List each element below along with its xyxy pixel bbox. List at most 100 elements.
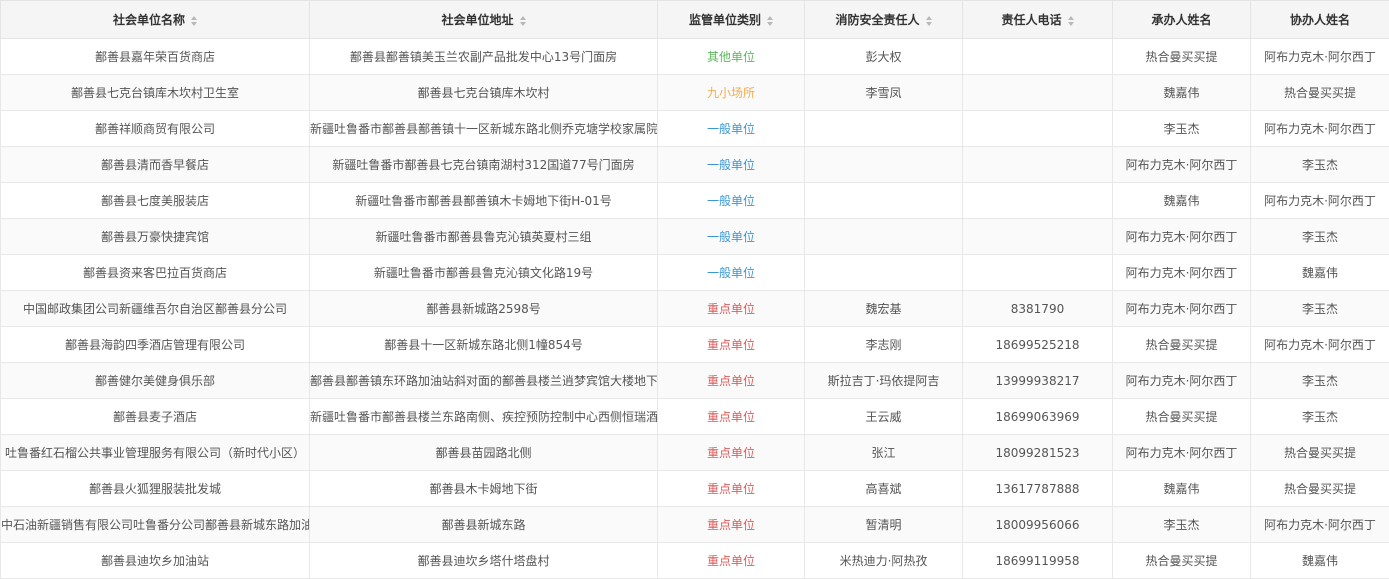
cell-unit-address: 新疆吐鲁番市鄯善县鄯善镇十一区新城东路北侧乔克塘学校家属院 [310, 111, 658, 147]
header-label: 消防安全责任人 [835, 13, 919, 27]
cell-fire-safety-person: 李志刚 [805, 327, 963, 363]
header-phone[interactable]: 责任人电话 [963, 1, 1113, 39]
sort-icon[interactable] [926, 16, 932, 26]
cell-unit-address: 鄯善县七克台镇库木坎村 [310, 75, 658, 111]
cell-unit-name: 鄯善祥顺商贸有限公司 [1, 111, 310, 147]
header-category[interactable]: 监管单位类别 [658, 1, 805, 39]
header-label: 承办人姓名 [1151, 13, 1211, 27]
cell-fire-safety-person: 彭大权 [805, 39, 963, 75]
sort-icon[interactable] [520, 16, 526, 26]
table-row[interactable]: 鄯善县海韵四季酒店管理有限公司鄯善县十一区新城东路北侧1幢854号重点单位李志刚… [1, 327, 1389, 363]
cell-handler: 阿布力克木·阿尔西丁 [1113, 255, 1251, 291]
cell-handler: 阿布力克木·阿尔西丁 [1113, 147, 1251, 183]
cell-phone: 18699063969 [963, 399, 1113, 435]
cell-handler: 热合曼买买提 [1113, 39, 1251, 75]
cell-handler: 阿布力克木·阿尔西丁 [1113, 363, 1251, 399]
cell-category: 一般单位 [658, 255, 805, 291]
cell-phone: 18699119958 [963, 543, 1113, 579]
cell-unit-address: 鄯善县新城路2598号 [310, 291, 658, 327]
sort-icon[interactable] [1068, 16, 1074, 26]
sort-icon[interactable] [767, 16, 773, 26]
cell-handler: 阿布力克木·阿尔西丁 [1113, 219, 1251, 255]
table-row[interactable]: 鄯善县迪坎乡加油站鄯善县迪坎乡塔什塔盘村重点单位米热迪力·阿热孜18699119… [1, 543, 1389, 579]
cell-fire-safety-person: 魏宏基 [805, 291, 963, 327]
cell-unit-name: 鄯善健尔美健身俱乐部 [1, 363, 310, 399]
cell-category: 重点单位 [658, 363, 805, 399]
cell-fire-safety-person [805, 111, 963, 147]
cell-unit-name: 鄯善县七度美服装店 [1, 183, 310, 219]
table-row[interactable]: 鄯善县麦子酒店新疆吐鲁番市鄯善县楼兰东路南侧、疾控预防控制中心西侧恒瑞酒重点单位… [1, 399, 1389, 435]
cell-phone: 13617787888 [963, 471, 1113, 507]
cell-unit-name: 鄯善县七克台镇库木坎村卫生室 [1, 75, 310, 111]
cell-phone [963, 219, 1113, 255]
cell-assistant: 阿布力克木·阿尔西丁 [1251, 327, 1389, 363]
cell-unit-name: 鄯善县万豪快捷宾馆 [1, 219, 310, 255]
cell-handler: 李玉杰 [1113, 507, 1251, 543]
cell-phone [963, 255, 1113, 291]
cell-unit-name: 鄯善县麦子酒店 [1, 399, 310, 435]
cell-phone: 8381790 [963, 291, 1113, 327]
table-row[interactable]: 中国邮政集团公司新疆维吾尔自治区鄯善县分公司鄯善县新城路2598号重点单位魏宏基… [1, 291, 1389, 327]
cell-assistant: 热合曼买买提 [1251, 75, 1389, 111]
cell-category: 重点单位 [658, 327, 805, 363]
table-row[interactable]: 鄯善县嘉年荣百货商店鄯善县鄯善镇美玉兰农副产品批发中心13号门面房其他单位彭大权… [1, 39, 1389, 75]
cell-assistant: 李玉杰 [1251, 219, 1389, 255]
cell-unit-name: 鄯善县海韵四季酒店管理有限公司 [1, 327, 310, 363]
cell-unit-address: 新疆吐鲁番市鄯善县七克台镇南湖村312国道77号门面房 [310, 147, 658, 183]
cell-unit-address: 新疆吐鲁番市鄯善县鲁克沁镇文化路19号 [310, 255, 658, 291]
cell-fire-safety-person [805, 147, 963, 183]
header-assistant: 协办人姓名 [1251, 1, 1389, 39]
cell-assistant: 李玉杰 [1251, 399, 1389, 435]
cell-assistant: 热合曼买买提 [1251, 435, 1389, 471]
table-row[interactable]: 鄯善县七度美服装店新疆吐鲁番市鄯善县鄯善镇木卡姆地下街H-01号一般单位魏嘉伟阿… [1, 183, 1389, 219]
cell-category: 一般单位 [658, 111, 805, 147]
cell-category: 一般单位 [658, 147, 805, 183]
cell-fire-safety-person: 米热迪力·阿热孜 [805, 543, 963, 579]
table-row[interactable]: 鄯善县火狐狸服装批发城鄯善县木卡姆地下街重点单位高喜斌13617787888魏嘉… [1, 471, 1389, 507]
table-row[interactable]: 鄯善县清而香早餐店新疆吐鲁番市鄯善县七克台镇南湖村312国道77号门面房一般单位… [1, 147, 1389, 183]
cell-unit-address: 鄯善县鄯善镇东环路加油站斜对面的鄯善县楼兰逍梦宾馆大楼地下 [310, 363, 658, 399]
table-row[interactable]: 鄯善县万豪快捷宾馆新疆吐鲁番市鄯善县鲁克沁镇英夏村三组一般单位阿布力克木·阿尔西… [1, 219, 1389, 255]
cell-handler: 魏嘉伟 [1113, 75, 1251, 111]
cell-unit-address: 鄯善县新城东路 [310, 507, 658, 543]
cell-unit-address: 鄯善县苗园路北侧 [310, 435, 658, 471]
cell-handler: 魏嘉伟 [1113, 471, 1251, 507]
cell-category: 重点单位 [658, 399, 805, 435]
cell-fire-safety-person: 王云威 [805, 399, 963, 435]
cell-assistant: 阿布力克木·阿尔西丁 [1251, 183, 1389, 219]
cell-unit-address: 鄯善县鄯善镇美玉兰农副产品批发中心13号门面房 [310, 39, 658, 75]
cell-unit-name: 鄯善县火狐狸服装批发城 [1, 471, 310, 507]
cell-phone [963, 183, 1113, 219]
cell-unit-address: 新疆吐鲁番市鄯善县楼兰东路南侧、疾控预防控制中心西侧恒瑞酒 [310, 399, 658, 435]
cell-unit-address: 鄯善县十一区新城东路北侧1幢854号 [310, 327, 658, 363]
cell-assistant: 李玉杰 [1251, 363, 1389, 399]
cell-handler: 阿布力克木·阿尔西丁 [1113, 291, 1251, 327]
header-label: 责任人电话 [1001, 13, 1061, 27]
cell-category: 其他单位 [658, 39, 805, 75]
cell-assistant: 热合曼买买提 [1251, 471, 1389, 507]
header-fire-safety-person[interactable]: 消防安全责任人 [805, 1, 963, 39]
table-row[interactable]: 鄯善县七克台镇库木坎村卫生室鄯善县七克台镇库木坎村九小场所李雪凤魏嘉伟热合曼买买… [1, 75, 1389, 111]
cell-handler: 热合曼买买提 [1113, 399, 1251, 435]
cell-fire-safety-person: 暂清明 [805, 507, 963, 543]
header-label: 监管单位类别 [689, 13, 761, 27]
table-row[interactable]: 鄯善健尔美健身俱乐部鄯善县鄯善镇东环路加油站斜对面的鄯善县楼兰逍梦宾馆大楼地下重… [1, 363, 1389, 399]
header-unit-name[interactable]: 社会单位名称 [1, 1, 310, 39]
cell-unit-address: 鄯善县迪坎乡塔什塔盘村 [310, 543, 658, 579]
cell-fire-safety-person [805, 183, 963, 219]
cell-unit-name: 中国邮政集团公司新疆维吾尔自治区鄯善县分公司 [1, 291, 310, 327]
cell-category: 重点单位 [658, 435, 805, 471]
cell-unit-name: 鄯善县嘉年荣百货商店 [1, 39, 310, 75]
table-row[interactable]: 中石油新疆销售有限公司吐鲁番分公司鄯善县新城东路加油鄯善县新城东路重点单位暂清明… [1, 507, 1389, 543]
cell-category: 重点单位 [658, 543, 805, 579]
table-row[interactable]: 吐鲁番红石榴公共事业管理服务有限公司（新时代小区）鄯善县苗园路北侧重点单位张江1… [1, 435, 1389, 471]
cell-phone [963, 147, 1113, 183]
cell-phone: 18009956066 [963, 507, 1113, 543]
header-unit-address[interactable]: 社会单位地址 [310, 1, 658, 39]
cell-unit-address: 新疆吐鲁番市鄯善县鄯善镇木卡姆地下街H-01号 [310, 183, 658, 219]
table-row[interactable]: 鄯善祥顺商贸有限公司新疆吐鲁番市鄯善县鄯善镇十一区新城东路北侧乔克塘学校家属院一… [1, 111, 1389, 147]
table-row[interactable]: 鄯善县资来客巴拉百货商店新疆吐鲁番市鄯善县鲁克沁镇文化路19号一般单位阿布力克木… [1, 255, 1389, 291]
cell-unit-name: 吐鲁番红石榴公共事业管理服务有限公司（新时代小区） [1, 435, 310, 471]
cell-category: 重点单位 [658, 291, 805, 327]
sort-icon[interactable] [191, 16, 197, 26]
